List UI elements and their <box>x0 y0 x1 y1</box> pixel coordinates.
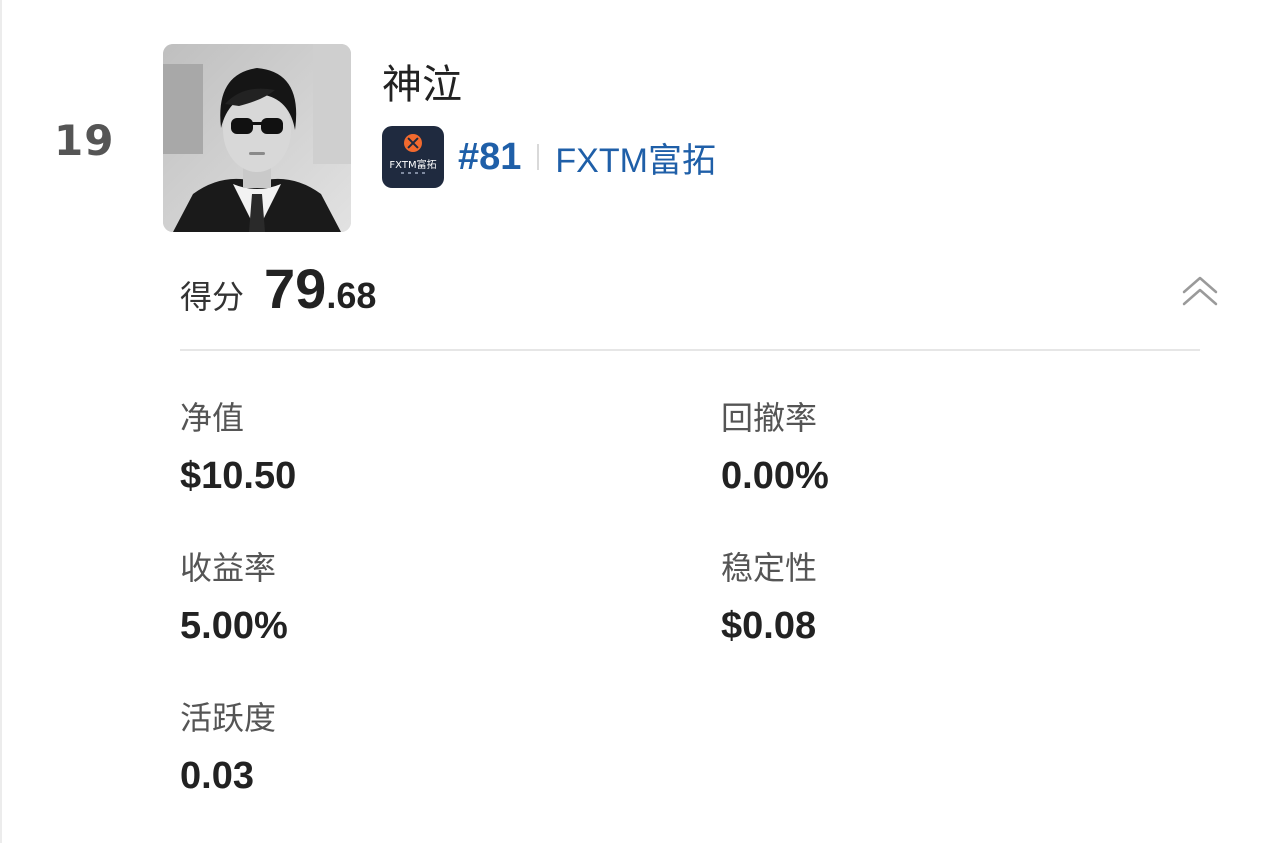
broker-info[interactable]: FXTM富拓 #81 FXTM富拓 <box>382 126 716 188</box>
metric-value: $10.50 <box>180 455 297 497</box>
score-integer: 79 <box>264 257 327 320</box>
broker-rank: #81 <box>458 135 522 178</box>
rank-number: 19 <box>54 116 115 165</box>
divider <box>180 349 1200 351</box>
metric-label: 净值 <box>180 399 245 437</box>
metric-label: 稳定性 <box>721 549 818 587</box>
metric-value: 5.00% <box>180 605 288 647</box>
broker-logo-text: FXTM富拓 <box>389 160 437 171</box>
metric-drawdown: 回撤率 0.00% <box>721 398 829 498</box>
metric-stability: 稳定性 $0.08 <box>721 548 817 648</box>
trader-avatar[interactable] <box>163 44 351 232</box>
leaderboard-entry-card[interactable]: 19 神泣 FXTM富拓 #81 FXTM富拓 得分 79 .68 净值 $10… <box>0 0 1280 843</box>
metric-net-value: 净值 $10.50 <box>180 398 296 498</box>
metric-value: 0.03 <box>180 755 254 797</box>
score-label: 得分 <box>180 278 245 316</box>
score-decimal: .68 <box>326 275 377 316</box>
separator <box>537 144 540 170</box>
broker-name[interactable]: FXTM富拓 <box>555 133 716 182</box>
metric-label: 回撤率 <box>721 399 818 437</box>
metric-value: $0.08 <box>721 605 817 647</box>
trader-name[interactable]: 神泣 <box>382 52 462 110</box>
fxtm-logo-icon: FXTM富拓 <box>382 126 444 188</box>
avatar-image <box>163 44 351 232</box>
double-chevron-up-icon[interactable] <box>1178 270 1222 314</box>
metric-return-rate: 收益率 5.00% <box>180 548 288 648</box>
metric-label: 收益率 <box>180 549 277 587</box>
metric-label: 活跃度 <box>180 699 277 737</box>
metric-value: 0.00% <box>721 455 829 497</box>
metric-activity: 活跃度 0.03 <box>180 698 276 798</box>
score-row: 得分 79 .68 <box>180 256 1200 328</box>
